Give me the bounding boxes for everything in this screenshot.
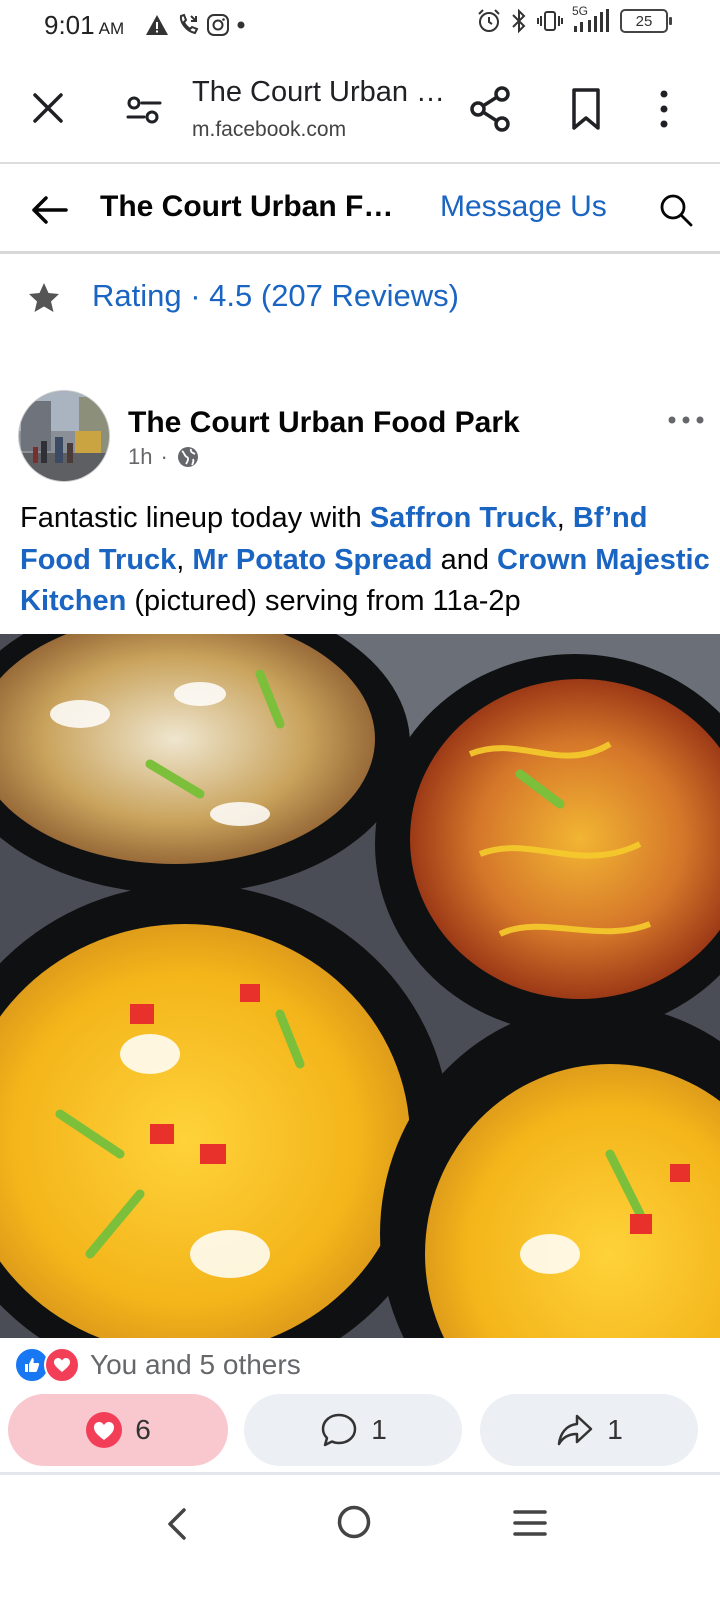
post-photo[interactable]: [0, 634, 720, 1338]
share-button[interactable]: 1: [480, 1394, 698, 1466]
tune-icon[interactable]: [122, 90, 166, 130]
post-text-sep: ,: [176, 543, 193, 576]
battery-level: 25: [635, 12, 653, 30]
post-time[interactable]: 1h: [128, 444, 152, 470]
bluetooth-icon: [512, 8, 526, 34]
network-label: 5G: [572, 4, 589, 18]
close-icon[interactable]: [28, 88, 68, 128]
more-horizontal-icon[interactable]: [666, 410, 706, 430]
system-icons: 5G 25: [476, 4, 672, 34]
share-icon[interactable]: [468, 84, 514, 134]
rating-row[interactable]: Rating · 4.5 (207 Reviews): [0, 270, 720, 326]
status-bar: 9:01 AM 5G 25: [0, 0, 720, 50]
reactions-text: You and 5 others: [90, 1349, 301, 1380]
browser-page-title: The Court Urban …: [192, 76, 446, 108]
instagram-icon: [207, 14, 230, 36]
clock-ampm: AM: [98, 18, 125, 38]
warning-icon: [146, 15, 169, 35]
page-header: The Court Urban F… Message Us: [0, 166, 720, 254]
star-icon: [29, 283, 59, 312]
custom-tab-bar: The Court Urban … m.facebook.com: [0, 58, 720, 164]
tag-mr-potato-spread[interactable]: Mr Potato Spread: [192, 544, 432, 576]
nav-back-icon[interactable]: [162, 1504, 192, 1544]
share-count: 1: [607, 1414, 623, 1445]
food-photo: [0, 634, 720, 1338]
react-count: 6: [135, 1414, 151, 1445]
battery-indicator: 25: [620, 9, 672, 33]
post-text-intro: Fantastic lineup today with: [20, 502, 370, 534]
avatar[interactable]: [18, 390, 110, 482]
post-meta: 1h ·: [128, 444, 200, 470]
avatar-image: [19, 391, 109, 481]
missed-call-icon: [180, 13, 199, 35]
dot-icon: [237, 21, 245, 29]
react-button[interactable]: 6: [8, 1394, 228, 1466]
tag-saffron-truck[interactable]: Saffron Truck: [370, 502, 557, 534]
arrow-left-icon[interactable]: [28, 190, 70, 230]
network-indicator: 5G: [572, 4, 612, 34]
post-text-sep: and: [432, 543, 498, 576]
love-reaction-icon: [44, 1347, 80, 1383]
bookmark-icon[interactable]: [566, 86, 606, 132]
browser-url[interactable]: m.facebook.com: [192, 118, 346, 142]
post-text-outro: (pictured) serving from 11a-2p: [126, 585, 521, 617]
alarm-icon: [478, 9, 500, 32]
system-nav-bar: [0, 1480, 720, 1600]
globe-icon: [177, 447, 198, 467]
reactions-summary[interactable]: You and 5 others: [14, 1346, 301, 1384]
message-us-button[interactable]: Message Us: [440, 190, 607, 224]
post-text: Fantastic lineup today with Saffron Truc…: [20, 498, 710, 623]
comment-icon: [321, 1413, 357, 1447]
notification-icons: [144, 13, 246, 37]
rating-text[interactable]: Rating · 4.5 (207 Reviews): [92, 278, 459, 314]
more-vertical-icon[interactable]: [654, 86, 674, 132]
post-text-sep: ,: [556, 502, 573, 534]
comment-button[interactable]: 1: [244, 1394, 462, 1466]
page-title: The Court Urban F…: [100, 190, 394, 223]
clock-time: 9:01: [44, 9, 95, 40]
nav-menu-icon[interactable]: [512, 1508, 548, 1538]
divider: [0, 1472, 720, 1475]
search-icon[interactable]: [656, 190, 696, 230]
vibrate-icon: [537, 11, 563, 31]
nav-home-icon[interactable]: [336, 1504, 372, 1540]
post-author[interactable]: The Court Urban Food Park: [128, 406, 520, 440]
share-arrow-icon: [557, 1414, 593, 1446]
comment-count: 1: [371, 1414, 387, 1445]
status-time: 9:01 AM: [44, 10, 124, 41]
meta-separator: ·: [160, 444, 168, 469]
love-icon: [86, 1412, 123, 1448]
